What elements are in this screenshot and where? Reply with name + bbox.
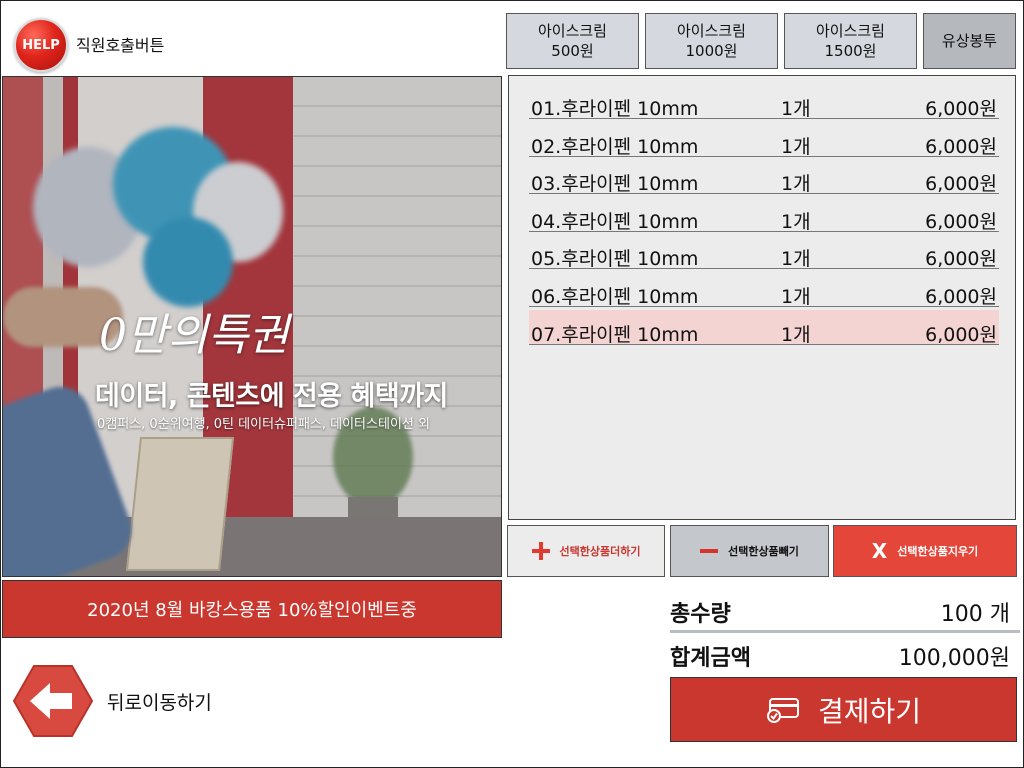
item-qty: 1개 (781, 173, 811, 195)
tab-line1: 아이스크림 (815, 22, 885, 40)
cart-list: 01.후라이펜 10mm 1개 6,000원 02.후라이펜 10mm 1개 6… (508, 75, 1016, 520)
back-button[interactable] (12, 664, 94, 738)
total-amount-label: 합계금액 (670, 646, 751, 671)
totals-divider (670, 630, 1020, 633)
total-qty-value: 100 개 (940, 602, 1010, 627)
clear-selected-button[interactable]: X 선택한상품지우기 (833, 525, 1017, 577)
item-name: 01.후라이펜 10mm (531, 98, 699, 120)
minus-icon (700, 549, 719, 553)
item-qty: 1개 (781, 211, 811, 233)
cart-item-row[interactable]: 01.후라이펜 10mm 1개 6,000원 (529, 88, 999, 120)
tab-line2: 1500원 (824, 42, 877, 60)
total-qty-label: 총수량 (670, 602, 731, 627)
category-tabs: 아이스크림 500원 아이스크림 1000원 아이스크림 1500원 유상봉투 (506, 13, 1016, 71)
remove-selected-label: 선택한상품빼기 (728, 545, 799, 558)
cart-item-row[interactable]: 05.후라이펜 10mm 1개 6,000원 (529, 238, 999, 270)
item-qty: 1개 (781, 324, 811, 346)
card-payment-icon (766, 697, 799, 723)
item-name: 07.후라이펜 10mm (531, 324, 699, 346)
item-qty: 1개 (781, 136, 811, 158)
item-name: 05.후라이펜 10mm (531, 248, 699, 270)
pay-button[interactable]: 결제하기 (670, 677, 1017, 742)
staff-call-label[interactable]: 직원호출버튼 (76, 32, 164, 56)
item-name: 04.후라이펜 10mm (531, 211, 699, 233)
banner-subline: 0캠퍼스, 0순위여행, 0틴 데이터슈퍼패스, 데이터스테이션 외 (97, 417, 430, 432)
tab-line1: 아이스크림 (537, 22, 607, 40)
help-icon: HELP (14, 18, 68, 72)
cart-item-row[interactable]: 03.후라이펜 10mm 1개 6,000원 (529, 163, 999, 195)
pay-label: 결제하기 (817, 694, 922, 728)
tab-line1: 아이스크림 (676, 22, 746, 40)
item-price: 6,000원 (925, 248, 997, 270)
help-button[interactable]: HELP (14, 18, 68, 72)
tab-icecream-1000[interactable]: 아이스크림 1000원 (645, 13, 778, 69)
tab-line2: 1000원 (685, 42, 738, 60)
total-amount-value: 100,000원 (898, 646, 1010, 671)
tab-line2: 500원 (551, 42, 594, 60)
close-icon: X (871, 539, 888, 563)
cart-item-row[interactable]: 02.후라이펜 10mm 1개 6,000원 (529, 126, 999, 158)
item-price: 6,000원 (925, 98, 997, 120)
tab-line1: 유상봉투 (941, 32, 998, 50)
item-name: 02.후라이펜 10mm (531, 136, 699, 158)
item-price: 6,000원 (925, 324, 997, 346)
item-price: 6,000원 (925, 211, 997, 233)
item-price: 6,000원 (925, 136, 997, 158)
item-price: 6,000원 (925, 286, 997, 308)
item-name: 03.후라이펜 10mm (531, 173, 699, 195)
cart-item-row-selected[interactable]: 07.후라이펜 10mm 1개 6,000원 (529, 310, 999, 346)
item-name: 06.후라이펜 10mm (531, 286, 699, 308)
remove-selected-button[interactable]: 선택한상품빼기 (670, 525, 829, 577)
banner-logo: 0만의특권 (99, 310, 289, 361)
item-qty: 1개 (781, 248, 811, 270)
ad-banner: 0만의특권 데이터, 콘텐츠에 전용 혜택까지 0캠퍼스, 0순위여행, 0틴 … (2, 76, 502, 577)
cart-actions: 선택한상품더하기 선택한상품빼기 X 선택한상품지우기 (507, 525, 1017, 579)
tab-paid-bag[interactable]: 유상봉투 (923, 13, 1016, 69)
back-label[interactable]: 뒤로이동하기 (107, 688, 212, 715)
back-arrow-icon (12, 665, 94, 737)
item-qty: 1개 (781, 98, 811, 120)
banner-headline: 데이터, 콘텐츠에 전용 혜택까지 (95, 381, 448, 412)
tab-icecream-500[interactable]: 아이스크림 500원 (506, 13, 639, 69)
add-selected-button[interactable]: 선택한상품더하기 (507, 525, 665, 577)
promo-bar: 2020년 8월 바캉스용품 10%할인이벤트중 (2, 580, 502, 638)
cart-item-row[interactable]: 06.후라이펜 10mm 1개 6,000원 (529, 276, 999, 308)
tab-icecream-1500[interactable]: 아이스크림 1500원 (784, 13, 917, 69)
item-qty: 1개 (781, 286, 811, 308)
add-selected-label: 선택한상품더하기 (559, 545, 641, 558)
cart-item-row[interactable]: 04.후라이펜 10mm 1개 6,000원 (529, 201, 999, 233)
clear-selected-label: 선택한상품지우기 (897, 545, 979, 558)
item-price: 6,000원 (925, 173, 997, 195)
help-badge-text: HELP (22, 37, 60, 53)
total-qty-row: 총수량 100 개 (670, 592, 1020, 628)
total-amount-row: 합계금액 100,000원 (670, 636, 1020, 672)
plus-icon (531, 542, 550, 560)
